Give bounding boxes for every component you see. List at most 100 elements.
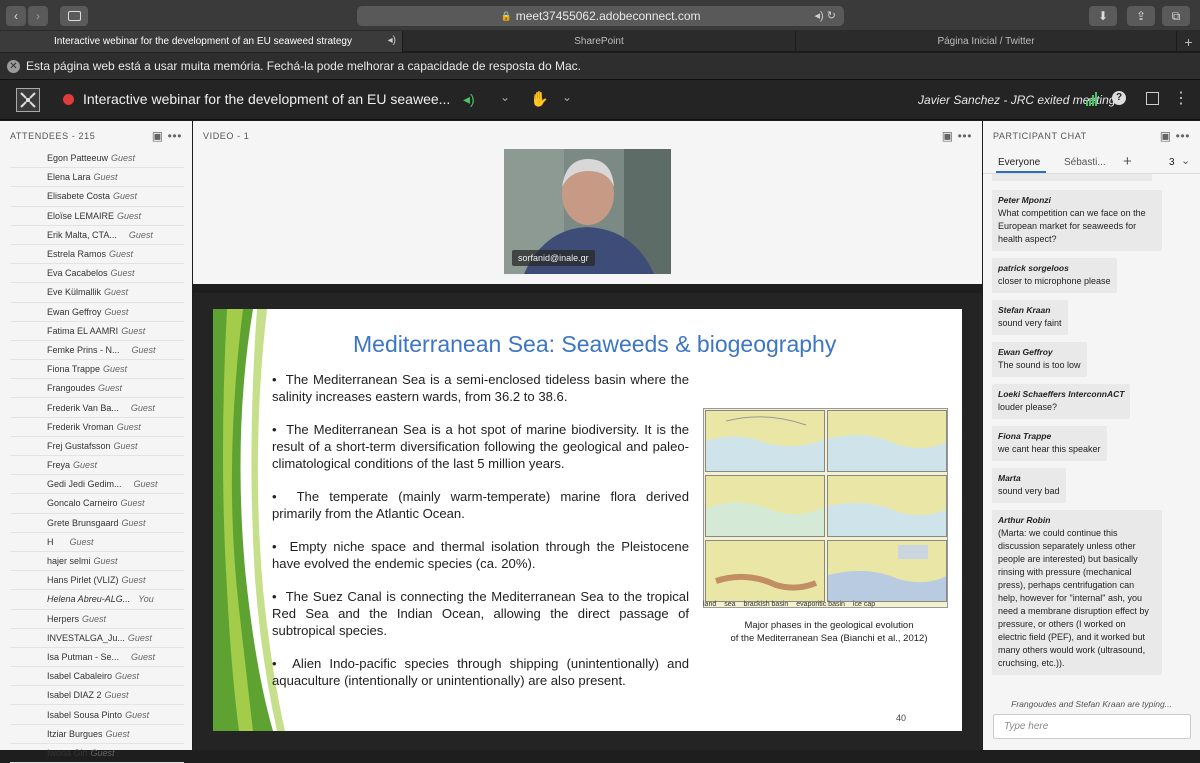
tab-everyone[interactable]: Everyone <box>998 157 1040 168</box>
address-bar[interactable]: 🔒 meet37455062.adobeconnect.com ◂) ↻ <box>357 6 844 26</box>
list-item[interactable]: Iwona Gin Guest <box>10 744 184 763</box>
share-button[interactable]: ⇪ <box>1127 6 1155 26</box>
connection-strength-icon <box>1086 92 1097 106</box>
speaker-icon[interactable]: ◂) <box>463 91 475 108</box>
back-button[interactable]: ‹ <box>6 6 26 26</box>
sidebar-toggle-button[interactable] <box>60 6 88 26</box>
list-item[interactable]: Freya Guest <box>10 456 184 476</box>
map-panel <box>827 475 947 537</box>
list-item-self[interactable]: Helena Abreu-ALG... You <box>10 590 184 610</box>
fullscreen-icon[interactable] <box>1146 92 1159 105</box>
list-item[interactable]: Frederik Vroman Guest <box>10 418 184 437</box>
list-item[interactable]: H Guest <box>10 533 184 552</box>
chevron-down-icon[interactable]: ⌄ <box>500 90 510 104</box>
attendee-list[interactable]: Egon Patteeuw Guest Elena Lara Guest Elisa… <box>10 149 184 763</box>
pod-menu-icon[interactable]: ▣ ••• <box>152 129 182 143</box>
chat-message-list[interactable]: Peter Mponzi What competition can we face… <box>992 174 1192 714</box>
list-item[interactable]: Estrela Ramos Guest <box>10 245 184 265</box>
list-item[interactable]: Gedi Jedi Gedim... Guest <box>10 475 184 495</box>
new-tab-button[interactable]: + <box>1177 31 1200 52</box>
video-feed[interactable]: sorfanid@inale.gr <box>504 149 671 274</box>
list-item[interactable]: INVESTALGA_Ju... Guest <box>10 629 184 648</box>
chat-message: Marta sound very bad <box>992 468 1066 503</box>
pod-menu-icon[interactable]: ▣ ••• <box>1160 129 1190 143</box>
attendees-header: ATTENDEES - 215 ▣ ••• <box>0 121 192 151</box>
legend-brackish: brackish basin <box>743 601 789 608</box>
video-count: VIDEO - 1 <box>203 131 250 141</box>
list-item[interactable]: Egon Patteeuw Guest <box>10 149 184 169</box>
add-chat-icon[interactable]: + <box>1123 153 1132 170</box>
tab-label: Página Inicial / Twitter <box>937 36 1035 47</box>
map-panel <box>705 410 825 472</box>
list-item[interactable]: Itziar Burgues Guest <box>10 725 184 744</box>
downloads-button[interactable]: ⬇ <box>1089 6 1117 26</box>
map-panel <box>827 410 947 472</box>
more-options-icon[interactable]: ⋮ <box>1173 88 1189 108</box>
pod-menu-icon[interactable]: ▣ ••• <box>942 129 972 143</box>
list-item[interactable]: Femke Prins - N... Guest <box>10 341 184 361</box>
forward-button[interactable]: › <box>28 6 48 26</box>
audio-icon[interactable]: ◂) <box>388 35 396 46</box>
list-item[interactable]: Eloïse LEMAIRE Guest <box>10 207 184 226</box>
tab-label: Interactive webinar for the development … <box>54 36 352 47</box>
close-warning-icon[interactable]: ✕ <box>7 60 20 73</box>
bullet-item: • Empty niche space and thermal isolatio… <box>272 539 689 571</box>
tab-label: SharePoint <box>574 36 624 47</box>
list-item[interactable]: Frederik Van Ba... Guest <box>10 398 184 418</box>
chat-input[interactable]: Type here <box>993 714 1191 739</box>
raise-hand-icon[interactable]: ✋ <box>530 90 549 108</box>
map-panel <box>705 475 825 537</box>
list-item[interactable]: Ewan Geffroy Guest <box>10 303 184 322</box>
tab-private-chat[interactable]: Sébasti... <box>1064 157 1106 168</box>
reload-icon[interactable]: ◂) ↻ <box>815 9 836 22</box>
chevron-down-icon[interactable]: ⌄ <box>1181 154 1190 167</box>
url-text: meet37455062.adobeconnect.com <box>515 9 701 23</box>
list-item[interactable]: Eva Cacabelos Guest <box>10 264 184 284</box>
list-item[interactable]: Hans Pirlet (VLIZ) Guest <box>10 571 184 591</box>
slide-page-number: 40 <box>896 713 907 723</box>
slide-bullets: • The Mediterranean Sea is a semi-enclos… <box>272 371 689 705</box>
lock-icon: 🔒 <box>500 10 512 21</box>
list-item[interactable]: Erik Malta, CTA... Guest <box>10 226 184 245</box>
video-header: VIDEO - 1 ▣ ••• <box>193 121 982 151</box>
list-item[interactable]: Grete Brunsgaard Guest <box>10 514 184 533</box>
tab-twitter[interactable]: Página Inicial / Twitter <box>796 31 1177 52</box>
list-item[interactable]: Frangoudes Guest <box>10 379 184 399</box>
legend-ice-cap: ice cap <box>852 601 876 608</box>
chat-tab-count[interactable]: 3 <box>1169 157 1175 168</box>
list-item[interactable]: Goncalo Carneiro Guest <box>10 494 184 514</box>
list-item[interactable]: Elisabete Costa Guest <box>10 187 184 207</box>
list-item[interactable]: Isabel Cabaleiro Guest <box>10 667 184 687</box>
chat-message: Ewan Geffroy The sound is too low <box>992 342 1087 377</box>
tab-bar: Interactive webinar for the development … <box>0 31 1200 52</box>
bullet-item: • The temperate (mainly warm-temperate) … <box>272 489 689 521</box>
map-panel <box>705 540 825 602</box>
tab-sharepoint[interactable]: SharePoint <box>403 31 796 52</box>
chevron-down-icon[interactable]: ⌄ <box>562 90 572 104</box>
bullet-item: • The Suez Canal is connecting the Medit… <box>272 589 689 638</box>
adobe-connect-logo-icon[interactable] <box>16 88 40 112</box>
browser-toolbar: ‹ › 🔒 meet37455062.adobeconnect.com ◂) ↻… <box>0 0 1200 31</box>
help-icon[interactable]: ? <box>1112 91 1126 105</box>
list-item[interactable]: Fatima EL AAMRI Guest <box>10 322 184 341</box>
attendees-count: ATTENDEES - 215 <box>10 131 96 141</box>
figure-caption: Major phases in the geological evolution… <box>730 620 928 644</box>
list-item[interactable]: Fiona Trappe Guest <box>10 360 184 380</box>
tabs-overview-button[interactable]: ⧉ <box>1162 6 1190 26</box>
list-item[interactable]: Elena Lara Guest <box>10 168 184 188</box>
sidebar-icon <box>67 11 81 21</box>
memory-warning-bar: ✕ Esta página web está a usar muita memó… <box>0 53 1200 80</box>
list-item[interactable]: Isabel DIAZ 2 Guest <box>10 686 184 706</box>
list-item[interactable]: hajer selmi Guest <box>10 552 184 572</box>
list-item[interactable]: Isa Putman - Se... Guest <box>10 648 184 668</box>
chat-message: Arthur Robin (Marta: we could continue th… <box>992 510 1162 675</box>
list-item[interactable]: Isabel Sousa Pinto Guest <box>10 705 184 725</box>
tab-webinar[interactable]: Interactive webinar for the development … <box>0 31 403 52</box>
tab-everyone-underline <box>996 171 1046 173</box>
list-item[interactable]: Frej Gustafsson Guest <box>10 437 184 456</box>
map-legend: land sea brackish basin evaporitic basin… <box>703 601 875 608</box>
share-pod: Mediterranean Sea: Seaweeds & biogeograp… <box>193 293 982 750</box>
list-item[interactable]: Eve Külmallik Guest <box>10 283 184 303</box>
list-item[interactable]: Herpers Guest <box>10 610 184 629</box>
bullet-item: • The Mediterranean Sea is a hot spot of… <box>272 422 690 471</box>
